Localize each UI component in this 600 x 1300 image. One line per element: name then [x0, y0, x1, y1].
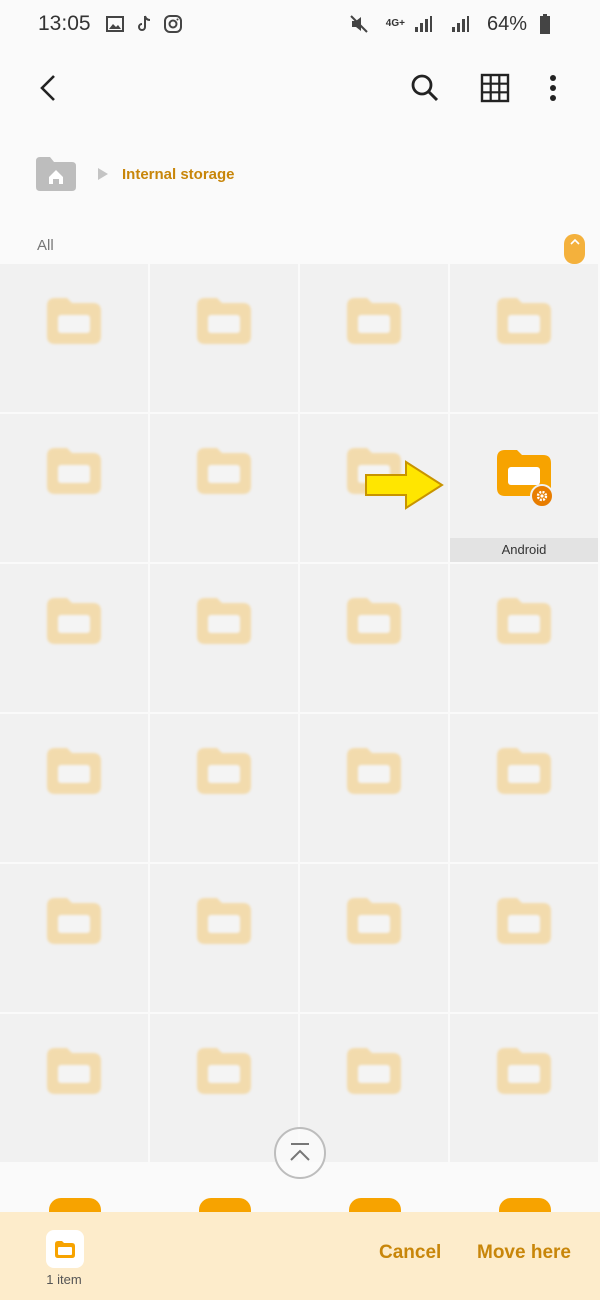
- grid-view-icon[interactable]: [475, 68, 515, 108]
- tiktok-icon: [134, 14, 154, 34]
- folder-item[interactable]: [450, 564, 600, 714]
- signal-icon-2: [450, 14, 470, 34]
- folder-icon: [197, 448, 251, 494]
- back-arrow-icon[interactable]: [28, 68, 68, 108]
- folder-icon: [347, 1048, 401, 1094]
- folder-name: Android: [450, 538, 598, 562]
- folder-item[interactable]: [150, 714, 300, 864]
- folder-item[interactable]: [0, 414, 150, 564]
- folder-icon: [47, 448, 101, 494]
- folder-item[interactable]: [300, 264, 450, 414]
- folder-icon: [497, 748, 551, 794]
- folder-item[interactable]: [0, 864, 150, 1014]
- folder-icon: [47, 898, 101, 944]
- folder-icon: [47, 598, 101, 644]
- folder-item[interactable]: [0, 264, 150, 414]
- folder-icon: [497, 898, 551, 944]
- peek-folder: [150, 1162, 300, 1218]
- folder-icon: [47, 1048, 101, 1094]
- home-icon[interactable]: [36, 156, 76, 192]
- folder-item[interactable]: [150, 864, 300, 1014]
- search-icon[interactable]: [405, 68, 445, 108]
- folder-item[interactable]: [150, 414, 300, 564]
- peek-folder: [450, 1162, 600, 1218]
- chevron-right-icon: [96, 167, 110, 181]
- folder-item-android[interactable]: Android: [450, 414, 600, 564]
- folder-item[interactable]: [150, 564, 300, 714]
- cancel-button[interactable]: Cancel: [379, 1242, 441, 1264]
- clock: 13:05: [38, 12, 91, 35]
- peek-folder: [300, 1162, 450, 1218]
- folder-item[interactable]: [450, 1014, 600, 1164]
- section-label: All: [37, 237, 54, 254]
- folder-icon: [197, 898, 251, 944]
- folder-item[interactable]: [0, 564, 150, 714]
- folder-item[interactable]: [150, 264, 300, 414]
- move-here-button[interactable]: Move here: [477, 1242, 571, 1264]
- scroll-to-top-button[interactable]: [274, 1127, 326, 1179]
- scroll-indicator[interactable]: [564, 234, 585, 264]
- more-options-icon[interactable]: [533, 68, 573, 108]
- folder-item[interactable]: [450, 264, 600, 414]
- folder-icon: [197, 598, 251, 644]
- battery-icon: [535, 14, 555, 34]
- mute-icon: [349, 14, 369, 34]
- folder-icon: [497, 598, 551, 644]
- folder-item[interactable]: [450, 864, 600, 1014]
- folder-item[interactable]: [0, 714, 150, 864]
- folder-icon: [497, 1048, 551, 1094]
- folder-item[interactable]: [0, 1014, 150, 1164]
- bottom-action-bar: 1 item Cancel Move here: [0, 1212, 600, 1300]
- folder-item[interactable]: [450, 714, 600, 864]
- network-type: 4G+: [385, 18, 405, 29]
- folder-icon: [47, 748, 101, 794]
- breadcrumb: Internal storage: [36, 154, 235, 194]
- folder-icon: [197, 298, 251, 344]
- folder-icon: [46, 1230, 84, 1268]
- folder-icon: [347, 898, 401, 944]
- gear-icon: [530, 484, 554, 508]
- folder-item[interactable]: [300, 714, 450, 864]
- arrow-annotation: [364, 460, 444, 510]
- folder-icon: [347, 298, 401, 344]
- instagram-icon: [163, 14, 183, 34]
- signal-icon: [413, 14, 433, 34]
- gallery-icon: [105, 14, 125, 34]
- folder-icon: [347, 748, 401, 794]
- folder-icon: [497, 298, 551, 344]
- selection-count: 1 item: [46, 1272, 82, 1287]
- app-bar: [0, 58, 600, 118]
- folder-item[interactable]: [300, 564, 450, 714]
- battery-level: 64%: [486, 12, 527, 35]
- status-bar: 13:05 4G+ 64%: [0, 0, 600, 48]
- folder-item[interactable]: [300, 864, 450, 1014]
- folder-icon: [47, 298, 101, 344]
- folder-icon: [347, 598, 401, 644]
- folder-icon: [197, 1048, 251, 1094]
- folder-icon: [197, 748, 251, 794]
- breadcrumb-current[interactable]: Internal storage: [122, 166, 235, 183]
- peek-folder: [0, 1162, 150, 1218]
- folder-grid: Android: [0, 264, 600, 1164]
